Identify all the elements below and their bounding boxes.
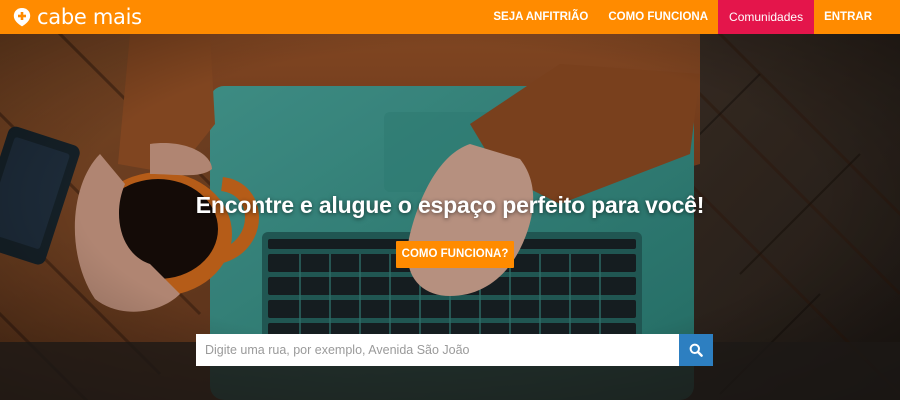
nav-comunidades[interactable]: Comunidades [718,0,815,34]
nav-como-funciona[interactable]: COMO FUNCIONA [598,0,718,34]
hero-headline: Encontre e alugue o espaço perfeito para… [195,192,705,218]
search-icon [689,343,703,357]
top-navigation-bar: cabe mais SEJA ANFITRIÃO COMO FUNCIONA C… [0,0,900,34]
search-button[interactable] [679,334,713,366]
location-pin-plus-icon [13,8,31,27]
nav-seja-anfitriao[interactable]: SEJA ANFITRIÃO [483,0,598,34]
main-nav: SEJA ANFITRIÃO COMO FUNCIONA Comunidades… [483,0,900,34]
nav-entrar[interactable]: ENTRAR [814,0,900,34]
address-search-input[interactable] [196,334,679,366]
brand-name: cabe mais [37,5,142,29]
brand-logo[interactable]: cabe mais [12,5,142,29]
como-funciona-button[interactable]: COMO FUNCIONA? [396,241,514,268]
